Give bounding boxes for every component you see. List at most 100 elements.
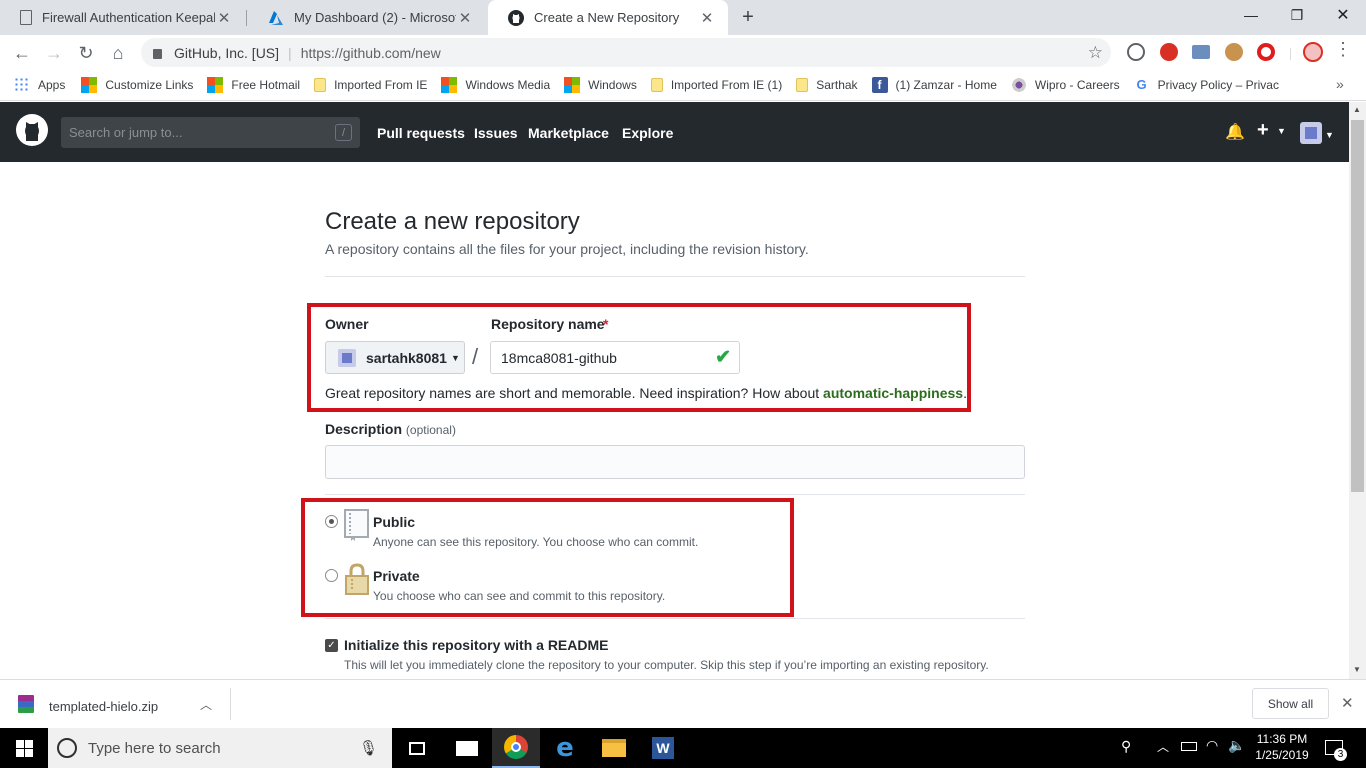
nav-issues[interactable]: Issues (474, 125, 518, 141)
github-icon (508, 9, 524, 26)
browser-menu-icon[interactable]: ⋮ (1334, 39, 1352, 65)
create-new-plus-icon[interactable]: + (1257, 119, 1269, 142)
description-input[interactable] (325, 445, 1025, 479)
search-icon (57, 738, 77, 758)
task-view-icon[interactable] (393, 728, 441, 768)
section-divider (325, 494, 1025, 495)
bookmark-windows[interactable]: Windows (564, 77, 637, 93)
browser-tab-azure[interactable]: My Dashboard (2) - Microsoft Azure ✕ (248, 0, 486, 35)
folder-icon (314, 78, 327, 92)
address-bar[interactable]: GitHub, Inc. [US] | https://github.com/n… (141, 38, 1111, 67)
public-title: Public (373, 514, 416, 530)
scroll-up-icon[interactable]: ▲ (1353, 105, 1361, 114)
nav-explore[interactable]: Explore (622, 125, 673, 141)
bookmark-sarthak[interactable]: Sarthak (796, 78, 858, 92)
back-icon[interactable]: ← (10, 41, 34, 65)
microphone-icon[interactable]: 🎙 (359, 739, 378, 757)
nav-pull-requests[interactable]: Pull requests (377, 125, 465, 141)
user-avatar[interactable] (1300, 122, 1322, 144)
restore-icon[interactable]: ❐ (1274, 0, 1320, 30)
bookmark-customize-links[interactable]: Customize Links (81, 77, 193, 93)
scroll-down-icon[interactable]: ▼ (1353, 665, 1361, 674)
owner-repo-separator: / (472, 344, 479, 369)
extension-speedometer-icon[interactable] (1127, 43, 1145, 61)
download-options-chevron-icon[interactable]: ︿ (200, 696, 212, 713)
wifi-icon[interactable]: ◠ (1206, 737, 1218, 754)
description-label: Description (optional) (325, 421, 456, 437)
browser-tab-firewall[interactable]: Firewall Authentication Keepalive ✕ (0, 0, 245, 35)
lock-icon (345, 563, 369, 595)
public-radio[interactable] (325, 515, 338, 528)
github-logo-icon[interactable] (16, 114, 48, 146)
mail-icon[interactable] (443, 728, 491, 768)
new-tab-button[interactable]: + (736, 6, 760, 30)
search-shortcut-key: / (335, 124, 352, 141)
optional-note: (optional) (405, 423, 456, 437)
github-search-input[interactable]: Search or jump to... / (61, 117, 360, 148)
bookmark-wipro[interactable]: Wipro - Careers (1010, 77, 1120, 93)
private-title: Private (373, 568, 420, 584)
download-divider (230, 688, 231, 720)
show-hidden-icons-chevron-icon[interactable]: ︿ (1157, 738, 1169, 755)
bookmark-imported-from-ie-1[interactable]: Imported From IE (1) (650, 78, 783, 92)
windows-taskbar: Type here to search 🎙 e W ⚲ ︿ ◠ 🔈 11:36 … (0, 728, 1366, 768)
chevron-down-icon[interactable]: ▼ (1277, 126, 1286, 136)
forward-icon[interactable]: → (42, 41, 66, 65)
bookmarks-overflow-icon[interactable]: » (1336, 76, 1344, 92)
file-explorer-icon[interactable] (590, 728, 638, 768)
extension-cookie-icon[interactable] (1225, 43, 1243, 61)
close-tab-icon[interactable]: ✕ (698, 9, 716, 27)
volume-icon[interactable]: 🔈 (1228, 737, 1245, 754)
extension-opera-icon[interactable] (1257, 43, 1275, 61)
edge-icon[interactable]: e (541, 728, 589, 768)
close-tab-icon[interactable]: ✕ (456, 9, 474, 27)
browser-tab-github[interactable]: Create a New Repository ✕ (488, 0, 728, 35)
required-asterisk: * (603, 316, 609, 332)
bookmark-zamzar[interactable]: f (1) Zamzar - Home (871, 77, 997, 93)
owner-dropdown[interactable]: sartahk8081 ▼ (325, 341, 465, 374)
bookmark-free-hotmail[interactable]: Free Hotmail (207, 77, 300, 93)
close-window-icon[interactable]: ✕ (1320, 0, 1366, 30)
readme-checkbox[interactable]: ✓ (325, 639, 338, 652)
close-tab-icon[interactable]: ✕ (215, 9, 233, 27)
toolbar-divider (1290, 48, 1291, 60)
people-icon[interactable]: ⚲ (1121, 738, 1131, 755)
bookmark-apps[interactable]: Apps (14, 77, 65, 93)
repo-name-hint: Great repository names are short and mem… (325, 385, 967, 401)
bookmark-label: Imported From IE (1) (670, 78, 783, 92)
minimize-icon[interactable]: — (1228, 0, 1274, 30)
start-windows-icon[interactable] (0, 728, 48, 768)
url-text: https://github.com/new (300, 44, 441, 61)
home-icon[interactable]: ⌂ (106, 41, 130, 65)
nav-marketplace[interactable]: Marketplace (528, 125, 609, 141)
scrollbar-thumb[interactable] (1351, 120, 1364, 492)
taskbar-clock[interactable]: 11:36 PM 1/25/2019 (1250, 731, 1314, 763)
battery-icon[interactable] (1181, 742, 1197, 751)
chrome-icon[interactable] (492, 728, 540, 768)
suggested-name-link[interactable]: automatic-happiness (823, 385, 963, 401)
extension-screenshot-icon[interactable] (1192, 45, 1210, 59)
close-download-bar-icon[interactable]: ✕ (1341, 694, 1354, 712)
windows-icon (441, 77, 458, 93)
bookmark-windows-media[interactable]: Windows Media (441, 77, 550, 93)
page-scrollbar[interactable]: ▲ ▼ (1349, 102, 1366, 679)
bookmark-privacy-policy[interactable]: G Privacy Policy – Privac (1134, 77, 1279, 93)
folder-icon (796, 78, 809, 92)
repo-name-input[interactable]: 18mca8081-github ✔ (490, 341, 740, 374)
profile-avatar[interactable] (1303, 42, 1323, 62)
lock-icon (153, 48, 162, 59)
owner-label: Owner (325, 316, 369, 332)
extension-sync-icon[interactable] (1160, 43, 1178, 61)
bookmark-star-icon[interactable]: ☆ (1088, 43, 1103, 63)
private-radio[interactable] (325, 569, 338, 582)
notifications-bell-icon[interactable]: 🔔 (1225, 122, 1245, 142)
word-icon[interactable]: W (639, 728, 687, 768)
bookmarks-bar: Apps Customize Links Free Hotmail Import… (0, 70, 1366, 101)
valid-check-icon: ✔ (715, 347, 731, 368)
bookmark-imported-from-ie[interactable]: Imported From IE (314, 78, 427, 92)
show-all-button[interactable]: Show all (1252, 688, 1329, 719)
reload-icon[interactable]: ↻ (74, 41, 98, 65)
chevron-down-icon[interactable]: ▼ (1325, 130, 1334, 140)
taskbar-search-box[interactable]: Type here to search 🎙 (48, 728, 392, 768)
download-filename[interactable]: templated-hielo.zip (49, 699, 158, 714)
